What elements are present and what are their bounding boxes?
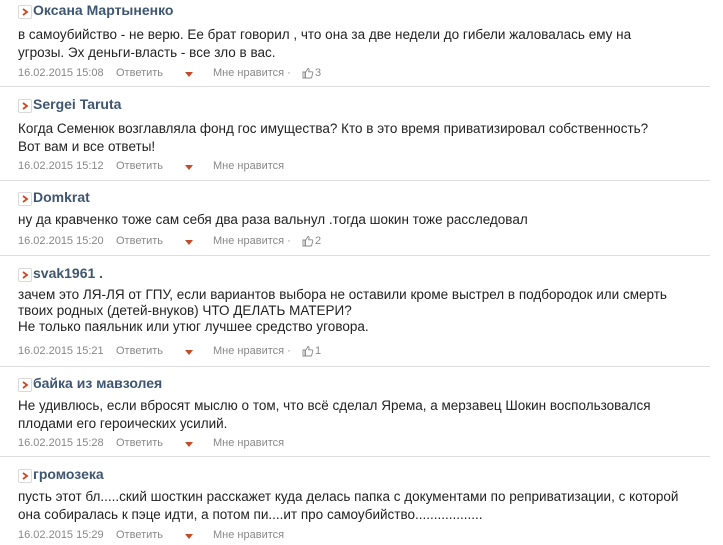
comment-date: 16.02.2015 15:21 [18, 345, 104, 357]
comment-text: пусть этот бл.....ский шосткин расскажет… [18, 488, 688, 524]
reply-link[interactable]: Ответить [116, 67, 163, 79]
author-link[interactable]: Domkrat [33, 189, 90, 205]
like-count: 1 [315, 345, 322, 357]
caret-down-icon[interactable] [185, 165, 193, 170]
like-link[interactable]: Мне нравится [213, 529, 284, 541]
thumbs-up-icon[interactable] [302, 345, 314, 357]
thumbs-up-icon[interactable] [302, 235, 314, 247]
comment-text-line: угрозы. Эх деньги-власть - все зло в вас… [18, 45, 276, 60]
author-link[interactable]: Sergei Taruta [33, 96, 121, 112]
caret-down-icon[interactable] [185, 72, 193, 77]
comment-text-line: ну да кравченко тоже сам себя два раза в… [18, 212, 528, 227]
reply-link[interactable]: Ответить [116, 235, 163, 247]
chevron-right-icon [18, 5, 32, 19]
caret-down-icon[interactable] [185, 240, 193, 245]
comment-text: в самоубийство - не верю. Ее брат говори… [18, 26, 688, 62]
like-link[interactable]: Мне нравится [213, 160, 284, 172]
chevron-right-icon [18, 268, 32, 282]
comment-date: 16.02.2015 15:12 [18, 160, 104, 172]
comment-text-line: Не удивлюсь, если вбросят мыслю о том, ч… [18, 398, 651, 413]
like-count: 3 [315, 67, 322, 79]
comment-text-line: зачем это ЛЯ-ЛЯ от ГПУ, если вариантов в… [18, 287, 667, 302]
author-link[interactable]: байка из мавзолея [33, 375, 162, 391]
comment: байка из мавзолея Не удивлюсь, если вбро… [0, 375, 710, 457]
comment-date: 16.02.2015 15:08 [18, 67, 104, 79]
author-link[interactable]: svak1961 . [33, 265, 103, 281]
comment-date: 16.02.2015 15:20 [18, 235, 104, 247]
caret-down-icon[interactable] [185, 534, 193, 539]
like-link[interactable]: Мне нравится · [213, 345, 291, 357]
author-link[interactable]: громозека [33, 466, 104, 482]
reply-link[interactable]: Ответить [116, 529, 163, 541]
comment-text-line: в самоубийство - не верю. Ее брат говори… [18, 27, 632, 42]
comment-text-line: она собиралась к пэце идти, а потом пи..… [18, 507, 483, 522]
chevron-right-icon [18, 469, 32, 483]
comment-date: 16.02.2015 15:28 [18, 437, 104, 449]
like-count: 2 [315, 235, 322, 247]
comment-date: 16.02.2015 15:29 [18, 529, 104, 541]
caret-down-icon[interactable] [185, 350, 193, 355]
comment-text: Не удивлюсь, если вбросят мыслю о том, ч… [18, 397, 688, 433]
comment-text-line: Не только паяльник или утюг лучшее средс… [18, 319, 369, 334]
comment-text-line: пусть этот бл.....ский шосткин расскажет… [18, 489, 679, 504]
comment-text-line: Когда Семенюк возглавляла фонд гос имуще… [18, 121, 649, 136]
chevron-right-icon [18, 192, 32, 206]
author-link[interactable]: Оксана Мартыненко [33, 2, 173, 18]
comment: Sergei Taruta Когда Семенюк возглавляла … [0, 96, 710, 181]
comment-text-line: плодами его героических усилий. [18, 416, 228, 431]
comment: Оксана Мартыненко в самоубийство - не ве… [0, 2, 710, 87]
caret-down-icon[interactable] [185, 442, 193, 447]
chevron-right-icon [18, 378, 32, 392]
chevron-right-icon [18, 99, 32, 113]
comment-text: зачем это ЛЯ-ЛЯ от ГПУ, если вариантов в… [18, 287, 688, 335]
comment-text: ну да кравченко тоже сам себя два раза в… [18, 211, 688, 229]
reply-link[interactable]: Ответить [116, 437, 163, 449]
thumbs-up-icon[interactable] [302, 67, 314, 79]
reply-link[interactable]: Ответить [116, 345, 163, 357]
comment-text-line: Вот вам и все ответы! [18, 139, 156, 154]
comment: svak1961 . зачем это ЛЯ-ЛЯ от ГПУ, если … [0, 265, 710, 367]
like-link[interactable]: Мне нравится · [213, 67, 291, 79]
comment: громозека пусть этот бл.....ский шосткин… [0, 466, 710, 543]
reply-link[interactable]: Ответить [116, 160, 163, 172]
comment: Domkrat ну да кравченко тоже сам себя дв… [0, 189, 710, 256]
like-link[interactable]: Мне нравится [213, 437, 284, 449]
comment-text: Когда Семенюк возглавляла фонд гос имуще… [18, 120, 688, 156]
like-link[interactable]: Мне нравится · [213, 235, 291, 247]
comments-list: Оксана Мартыненко в самоубийство - не ве… [0, 0, 723, 543]
comment-text-line: твоих родных (детей-внуков) ЧТО ДЕЛАТЬ М… [18, 303, 352, 318]
